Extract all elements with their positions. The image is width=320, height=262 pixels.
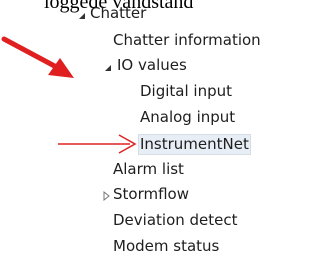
tree-item-label: Stormflow (113, 185, 189, 203)
tree-item-label: IO values (117, 56, 187, 74)
tree-item-deviation-detect[interactable]: Deviation detect (113, 211, 238, 231)
expanded-triangle-icon[interactable] (104, 64, 114, 74)
tree-item-instrumentnet[interactable]: InstrumentNet (138, 134, 251, 155)
tree-item-digital-input[interactable]: Digital input (140, 82, 232, 102)
tree-item-analog-input[interactable]: Analog input (140, 108, 235, 128)
tree-item-label: Deviation detect (113, 211, 238, 229)
tree-item-label: Modem status (113, 237, 220, 255)
tree-item-chatter[interactable]: Chatter (90, 4, 146, 24)
tree-item-modem-status[interactable]: Modem status (113, 237, 219, 257)
tree-item-alarm-list[interactable]: Alarm list (113, 160, 184, 180)
collapsed-triangle-icon[interactable] (103, 191, 113, 201)
tree-item-label: Alarm list (113, 160, 184, 178)
tree-item-stormflow[interactable]: Stormflow (113, 185, 189, 205)
navigation-tree: Chatter Chatter information IO values Di… (0, 0, 279, 262)
tree-item-label: Digital input (140, 82, 232, 100)
tree-item-label: InstrumentNet (138, 134, 251, 155)
tree-item-label: Chatter (90, 4, 147, 22)
tree-item-label: Analog input (140, 108, 236, 126)
tree-item-chatter-information[interactable]: Chatter information (113, 31, 261, 51)
tree-item-io-values[interactable]: IO values (117, 56, 187, 76)
expanded-triangle-icon[interactable] (78, 12, 88, 22)
tree-item-label: Chatter information (113, 31, 261, 49)
